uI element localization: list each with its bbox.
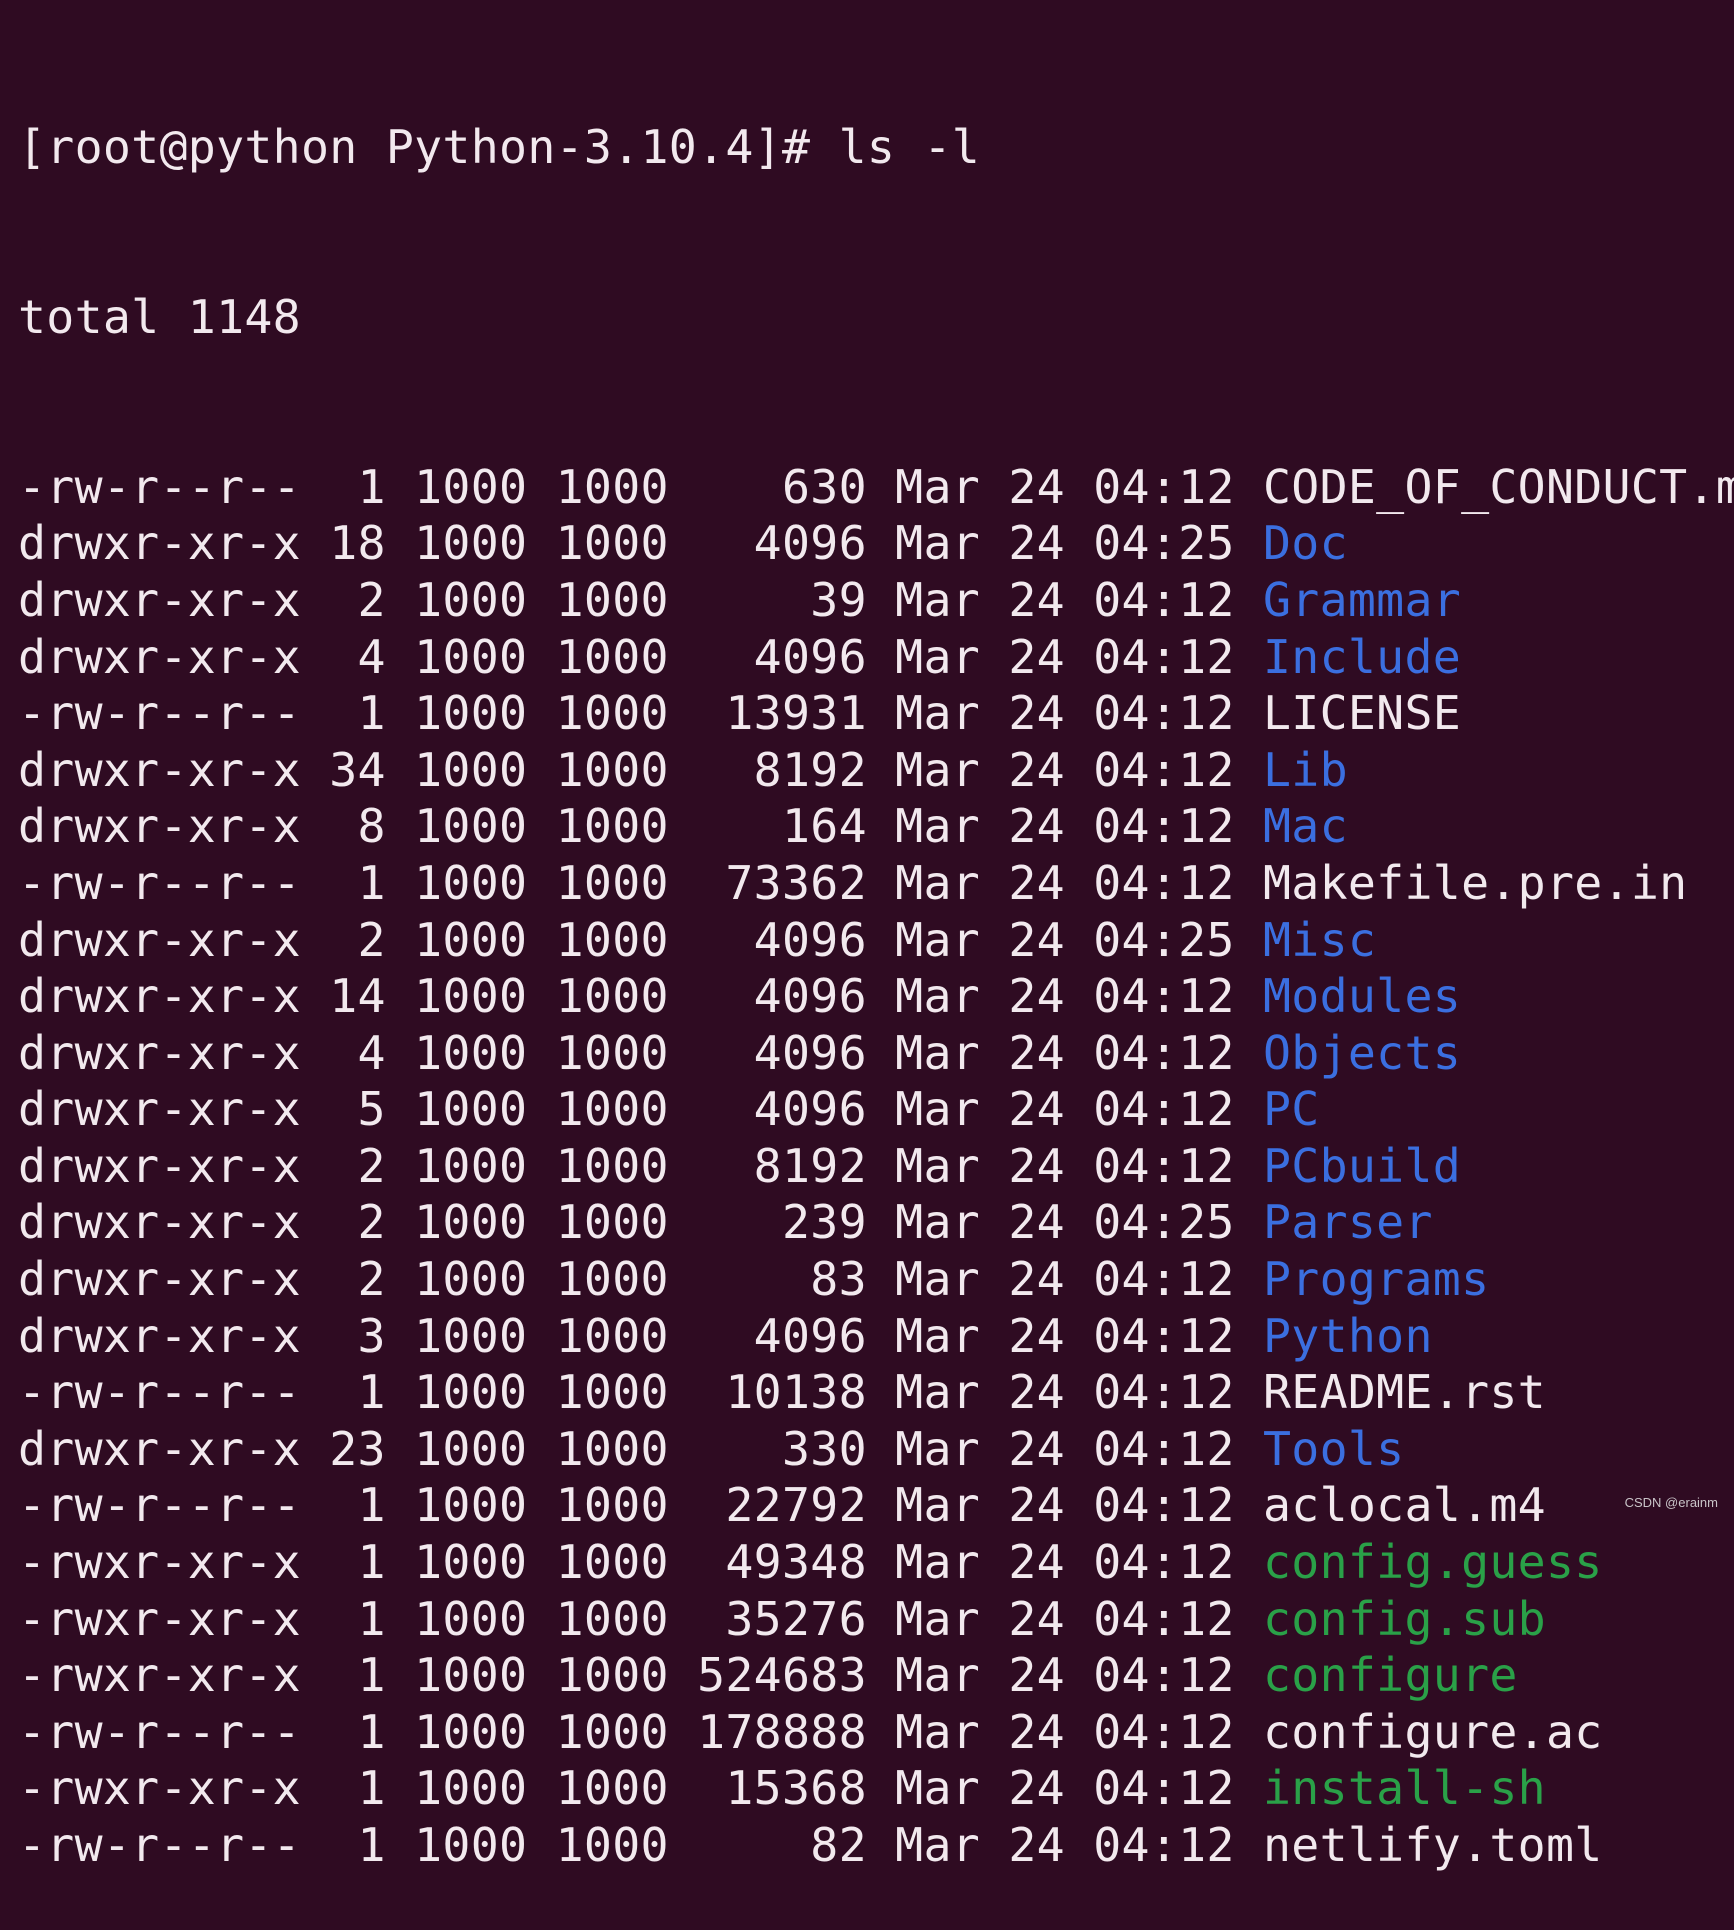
file-name: PC [1263, 1082, 1320, 1137]
file-metadata: -rw-r--r-- 1 1000 1000 13931 Mar 24 04:1… [18, 686, 1263, 741]
file-name: Lib [1263, 742, 1348, 797]
file-metadata: drwxr-xr-x 14 1000 1000 4096 Mar 24 04:1… [18, 969, 1263, 1024]
file-metadata: drwxr-xr-x 23 1000 1000 330 Mar 24 04:12 [18, 1421, 1263, 1476]
file-metadata: -rw-r--r-- 1 1000 1000 630 Mar 24 04:12 [18, 459, 1263, 514]
listing-rows: -rw-r--r-- 1 1000 1000 630 Mar 24 04:12 … [18, 459, 1734, 1874]
file-metadata: -rw-r--r-- 1 1000 1000 73362 Mar 24 04:1… [18, 855, 1263, 910]
listing-row: drwxr-xr-x 3 1000 1000 4096 Mar 24 04:12… [18, 1308, 1734, 1365]
file-name: Objects [1263, 1025, 1462, 1080]
file-metadata: -rw-r--r-- 1 1000 1000 10138 Mar 24 04:1… [18, 1365, 1263, 1420]
file-name: CODE_OF_CONDUCT.md [1263, 459, 1734, 514]
listing-row: drwxr-xr-x 23 1000 1000 330 Mar 24 04:12… [18, 1421, 1734, 1478]
listing-row: drwxr-xr-x 4 1000 1000 4096 Mar 24 04:12… [18, 1025, 1734, 1082]
file-metadata: -rwxr-xr-x 1 1000 1000 15368 Mar 24 04:1… [18, 1761, 1263, 1816]
prompt-line: [root@python Python-3.10.4]# ls -l [18, 120, 981, 175]
listing-row: drwxr-xr-x 8 1000 1000 164 Mar 24 04:12 … [18, 798, 1734, 855]
listing-row: drwxr-xr-x 14 1000 1000 4096 Mar 24 04:1… [18, 968, 1734, 1025]
file-name: Makefile.pre.in [1263, 855, 1688, 910]
file-name: Include [1263, 629, 1462, 684]
terminal-output[interactable]: [root@python Python-3.10.4]# ls -l total… [18, 6, 1734, 1930]
file-metadata: drwxr-xr-x 2 1000 1000 39 Mar 24 04:12 [18, 572, 1263, 627]
file-metadata: drwxr-xr-x 2 1000 1000 4096 Mar 24 04:25 [18, 912, 1263, 967]
listing-row: -rwxr-xr-x 1 1000 1000 524683 Mar 24 04:… [18, 1647, 1734, 1704]
listing-row: -rw-r--r-- 1 1000 1000 82 Mar 24 04:12 n… [18, 1817, 1734, 1874]
listing-row: drwxr-xr-x 2 1000 1000 239 Mar 24 04:25 … [18, 1194, 1734, 1251]
file-name: configure [1263, 1648, 1518, 1703]
file-metadata: drwxr-xr-x 5 1000 1000 4096 Mar 24 04:12 [18, 1082, 1263, 1137]
listing-row: -rw-r--r-- 1 1000 1000 630 Mar 24 04:12 … [18, 459, 1734, 516]
file-name: Programs [1263, 1252, 1490, 1307]
file-name: Parser [1263, 1195, 1433, 1250]
file-metadata: drwxr-xr-x 4 1000 1000 4096 Mar 24 04:12 [18, 1025, 1263, 1080]
file-name: Grammar [1263, 572, 1462, 627]
file-name: LICENSE [1263, 686, 1462, 741]
listing-row: drwxr-xr-x 2 1000 1000 8192 Mar 24 04:12… [18, 1138, 1734, 1195]
listing-row: -rw-r--r-- 1 1000 1000 13931 Mar 24 04:1… [18, 685, 1734, 742]
file-metadata: drwxr-xr-x 34 1000 1000 8192 Mar 24 04:1… [18, 742, 1263, 797]
listing-row: -rwxr-xr-x 1 1000 1000 49348 Mar 24 04:1… [18, 1534, 1734, 1591]
listing-row: drwxr-xr-x 2 1000 1000 39 Mar 24 04:12 G… [18, 572, 1734, 629]
total-line: total 1148 [18, 289, 301, 344]
listing-row: drwxr-xr-x 18 1000 1000 4096 Mar 24 04:2… [18, 515, 1734, 572]
file-name: netlify.toml [1263, 1818, 1603, 1872]
listing-row: drwxr-xr-x 4 1000 1000 4096 Mar 24 04:12… [18, 629, 1734, 686]
file-name: configure.ac [1263, 1704, 1603, 1759]
listing-row: drwxr-xr-x 5 1000 1000 4096 Mar 24 04:12… [18, 1081, 1734, 1138]
file-metadata: -rw-r--r-- 1 1000 1000 178888 Mar 24 04:… [18, 1704, 1263, 1759]
listing-row: drwxr-xr-x 34 1000 1000 8192 Mar 24 04:1… [18, 742, 1734, 799]
file-metadata: drwxr-xr-x 18 1000 1000 4096 Mar 24 04:2… [18, 516, 1263, 571]
watermark: CSDN @erainm [1624, 1495, 1718, 1510]
file-metadata: -rwxr-xr-x 1 1000 1000 524683 Mar 24 04:… [18, 1648, 1263, 1703]
file-name: Tools [1263, 1421, 1405, 1476]
file-name: Python [1263, 1308, 1433, 1363]
file-name: Modules [1263, 969, 1462, 1024]
file-name: PCbuild [1263, 1138, 1462, 1193]
file-metadata: -rw-r--r-- 1 1000 1000 82 Mar 24 04:12 [18, 1818, 1263, 1872]
file-name: Misc [1263, 912, 1377, 967]
file-metadata: -rwxr-xr-x 1 1000 1000 49348 Mar 24 04:1… [18, 1535, 1263, 1590]
file-name: Mac [1263, 799, 1348, 854]
file-metadata: drwxr-xr-x 8 1000 1000 164 Mar 24 04:12 [18, 799, 1263, 854]
file-name: aclocal.m4 [1263, 1478, 1546, 1533]
listing-row: drwxr-xr-x 2 1000 1000 4096 Mar 24 04:25… [18, 912, 1734, 969]
file-name: README.rst [1263, 1365, 1546, 1420]
listing-row: -rw-r--r-- 1 1000 1000 178888 Mar 24 04:… [18, 1704, 1734, 1761]
file-metadata: drwxr-xr-x 2 1000 1000 83 Mar 24 04:12 [18, 1252, 1263, 1307]
file-metadata: drwxr-xr-x 2 1000 1000 239 Mar 24 04:25 [18, 1195, 1263, 1250]
listing-row: -rwxr-xr-x 1 1000 1000 35276 Mar 24 04:1… [18, 1591, 1734, 1648]
file-name: config.sub [1263, 1591, 1546, 1646]
listing-row: -rw-r--r-- 1 1000 1000 73362 Mar 24 04:1… [18, 855, 1734, 912]
listing-row: -rwxr-xr-x 1 1000 1000 15368 Mar 24 04:1… [18, 1760, 1734, 1817]
file-metadata: -rw-r--r-- 1 1000 1000 22792 Mar 24 04:1… [18, 1478, 1263, 1533]
file-name: Doc [1263, 516, 1348, 571]
file-metadata: drwxr-xr-x 2 1000 1000 8192 Mar 24 04:12 [18, 1138, 1263, 1193]
listing-row: drwxr-xr-x 2 1000 1000 83 Mar 24 04:12 P… [18, 1251, 1734, 1308]
file-metadata: -rwxr-xr-x 1 1000 1000 35276 Mar 24 04:1… [18, 1591, 1263, 1646]
file-name: install-sh [1263, 1761, 1546, 1816]
file-metadata: drwxr-xr-x 4 1000 1000 4096 Mar 24 04:12 [18, 629, 1263, 684]
listing-row: -rw-r--r-- 1 1000 1000 22792 Mar 24 04:1… [18, 1477, 1734, 1534]
file-metadata: drwxr-xr-x 3 1000 1000 4096 Mar 24 04:12 [18, 1308, 1263, 1363]
file-name: config.guess [1263, 1535, 1603, 1590]
listing-row: -rw-r--r-- 1 1000 1000 10138 Mar 24 04:1… [18, 1364, 1734, 1421]
